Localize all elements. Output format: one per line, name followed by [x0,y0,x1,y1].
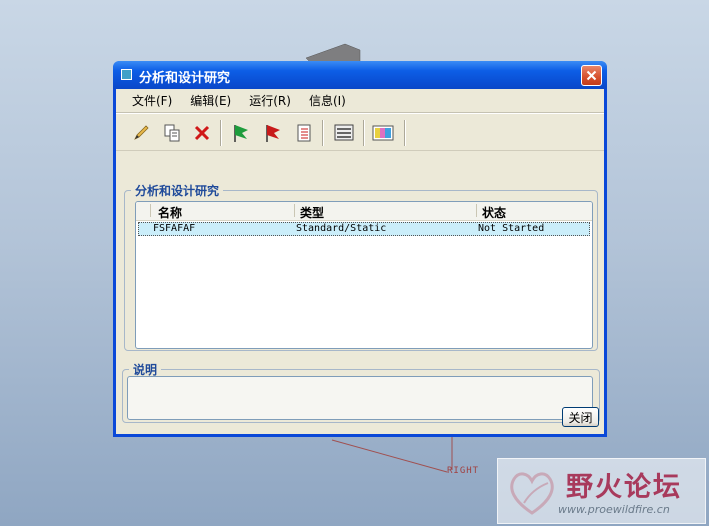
status-button[interactable] [292,121,316,145]
watermark-title: 野火论坛 [566,472,682,503]
menu-edit[interactable]: 编辑(E) [188,91,233,110]
watermark: 野火论坛 www.proewildfire.cn [497,458,706,524]
column-header-name[interactable]: 名称 [158,204,182,221]
copy-icon [164,124,180,142]
toolbar [116,114,604,151]
menu-info[interactable]: 信息(I) [307,91,348,110]
copy-button[interactable] [160,121,184,145]
red-flag-icon [266,125,280,142]
title-bar[interactable]: 分析和设计研究 [113,61,607,89]
green-flag-icon [234,125,248,142]
close-button[interactable]: 关闭 [562,407,599,427]
analysis-dialog: 分析和设计研究 文件(F) 编辑(E) 运行(R) 信息(I) 分析和设计研究 … [113,61,607,437]
dialog-title: 分析和设计研究 [139,71,231,86]
toolbar-separator [220,120,222,146]
delete-button[interactable] [190,121,214,145]
display-icon [334,124,354,141]
row-status: Not Started [478,223,545,234]
new-study-button[interactable] [129,121,153,145]
studies-list[interactable]: 名称 类型 状态 FSFAFAF Standard/Static Not Sta… [135,201,593,349]
close-icon [586,70,597,81]
column-header-type[interactable]: 类型 [300,204,324,221]
row-name: FSFAFAF [153,223,196,234]
delete-icon [194,125,210,141]
start-button[interactable] [229,121,253,145]
description-field[interactable] [127,376,593,420]
review-results-button[interactable] [332,121,356,145]
dialog-client: 文件(F) 编辑(E) 运行(R) 信息(I) 分析和设计研究 名称 类型 状态… [116,89,604,434]
studies-group: 分析和设计研究 名称 类型 状态 FSFAFAF Standard/Static… [124,182,598,351]
menu-file[interactable]: 文件(F) [130,91,174,110]
window-icon [121,69,132,80]
results-display-button[interactable] [371,121,395,145]
column-separator [150,204,151,217]
toolbar-separator [322,120,324,146]
color-icon [372,125,394,141]
watermark-url: www.proewildfire.cn [558,503,670,516]
toolbar-separator [404,120,406,146]
row-type: Standard/Static [296,223,387,234]
close-window-button[interactable] [581,65,602,86]
menu-run[interactable]: 运行(R) [247,91,293,110]
menu-bar: 文件(F) 编辑(E) 运行(R) 信息(I) [116,89,604,112]
column-separator [476,204,477,217]
toolbar-separator [363,120,365,146]
column-separator [294,204,295,217]
description-group: 说明 [122,361,600,423]
watermark-logo-icon [510,472,554,515]
pencil-icon [134,125,149,140]
table-row[interactable]: FSFAFAF Standard/Static Not Started [138,222,590,236]
list-icon [297,124,311,142]
column-header-status[interactable]: 状态 [482,204,506,221]
studies-group-label: 分析和设计研究 [131,182,224,199]
datum-label: RIGHT [447,466,480,476]
list-header: 名称 类型 状态 [136,202,592,221]
stop-button[interactable] [261,121,285,145]
